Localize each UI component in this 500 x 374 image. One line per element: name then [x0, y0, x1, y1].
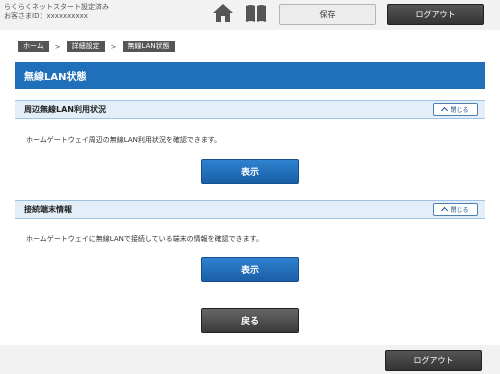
collapse-label: 閉じる [450, 107, 469, 114]
breadcrumb-home[interactable]: ホーム [18, 41, 49, 52]
chevron-up-icon [441, 206, 449, 215]
collapse-label: 閉じる [450, 207, 469, 214]
chevron-up-icon [441, 106, 449, 115]
logout-button[interactable]: ログアウト [385, 350, 482, 371]
show-connected-devices-button[interactable]: 表示 [201, 257, 299, 282]
setup-status: らくらくネットスタート設定済み [4, 3, 109, 11]
section-title: 周辺無線LAN利用状況 [24, 105, 106, 114]
back-button[interactable]: 戻る [201, 308, 299, 333]
section-title: 接続端末情報 [24, 205, 72, 214]
breadcrumb-separator: > [54, 42, 61, 51]
book-icon[interactable] [244, 3, 268, 23]
show-nearby-wlan-button[interactable]: 表示 [201, 159, 299, 184]
status-info: らくらくネットスタート設定済み お客さまID：xxxxxxxxxx [4, 3, 109, 21]
breadcrumb-advanced[interactable]: 詳細設定 [66, 41, 105, 52]
logout-button[interactable]: ログアウト [387, 4, 484, 25]
customer-id: お客さまID：xxxxxxxxxx [4, 12, 88, 20]
home-icon[interactable] [212, 3, 234, 23]
section-description: ホームゲートウェイに無線LANで接続している端末の情報を確認できます。 [26, 235, 263, 243]
section-description: ホームゲートウェイ周辺の無線LAN利用状況を確認できます。 [26, 136, 222, 144]
section-header-connected-devices: 接続端末情報 閉じる [15, 200, 485, 219]
page-title: 無線LAN状態 [15, 62, 485, 89]
breadcrumb-separator: > [110, 42, 117, 51]
footer-bar: ログアウト [0, 345, 500, 374]
breadcrumb: ホーム > 詳細設定 > 無線LAN状態 [18, 41, 175, 52]
header-bar: らくらくネットスタート設定済み お客さまID：xxxxxxxxxx 保存 ログア… [0, 0, 500, 30]
breadcrumb-current: 無線LAN状態 [122, 41, 175, 52]
collapse-button[interactable]: 閉じる [433, 203, 478, 216]
section-header-nearby-wlan: 周辺無線LAN利用状況 閉じる [15, 100, 485, 119]
collapse-button[interactable]: 閉じる [433, 103, 478, 116]
save-button[interactable]: 保存 [279, 4, 376, 25]
